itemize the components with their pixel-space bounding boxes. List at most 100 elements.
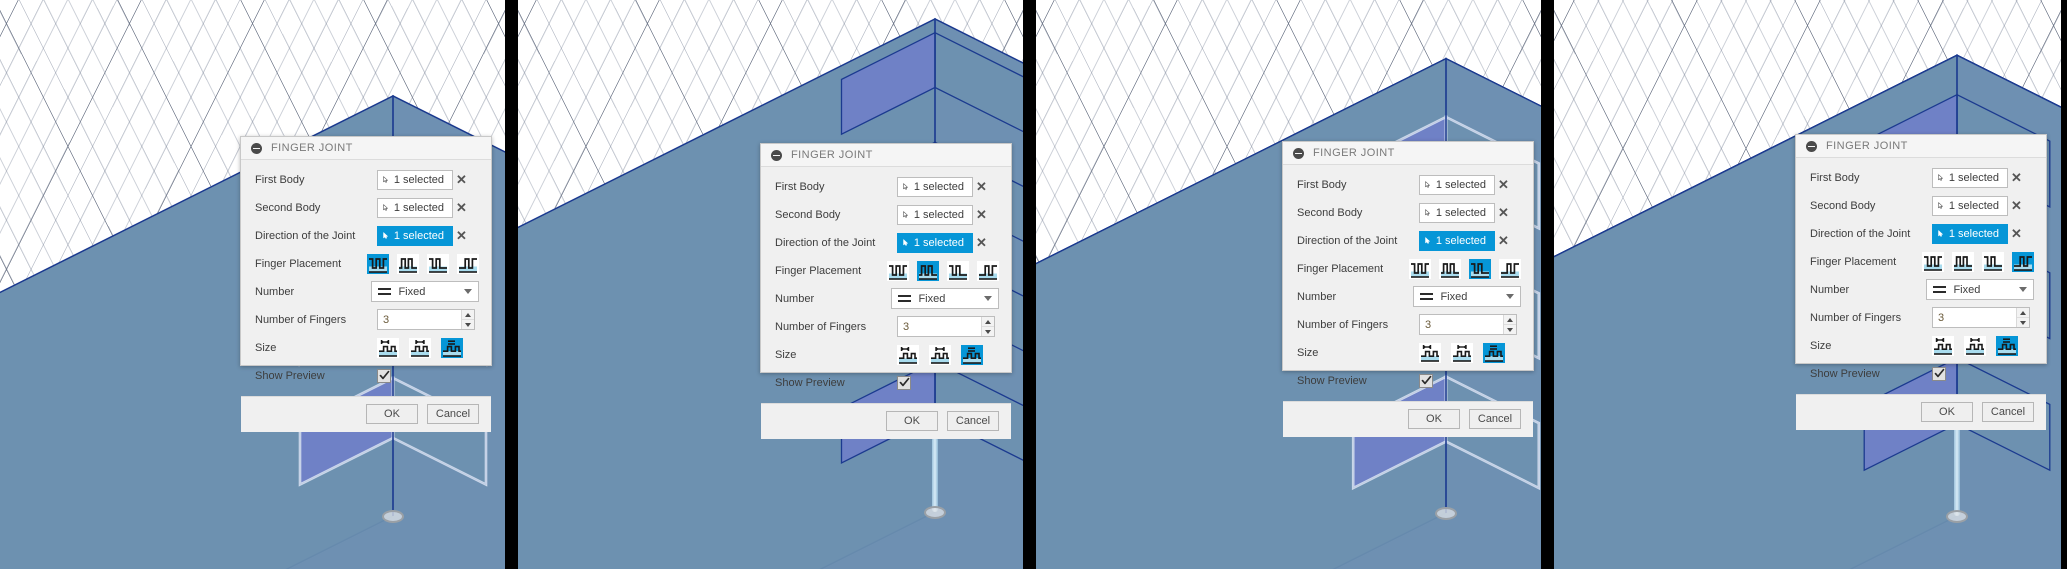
direction-of-joint-clear-button[interactable]: ✕	[1495, 234, 1512, 247]
stepper-down-button[interactable]	[2017, 318, 2029, 327]
finger-placement-option-2[interactable]	[397, 253, 419, 274]
direction-of-joint-selection-field[interactable]: 1 selected	[377, 225, 453, 246]
number-mode-select[interactable]: Fixed	[891, 288, 999, 309]
number-mode-select[interactable]: Fixed	[371, 281, 479, 302]
second-body-selection-field[interactable]: 1 selected	[1419, 202, 1495, 223]
finger-placement-option-1[interactable]	[367, 253, 389, 274]
finger-placement-option-3[interactable]	[1469, 258, 1491, 279]
stepper-arrows[interactable]	[461, 310, 474, 329]
show-preview-checkbox[interactable]	[1932, 366, 1946, 381]
number-mode-select[interactable]: Fixed	[1413, 286, 1521, 307]
finger-placement-option-2[interactable]	[1439, 258, 1461, 279]
ok-button[interactable]: OK	[1408, 409, 1460, 429]
stepper-down-button[interactable]	[462, 320, 474, 329]
origin-marker	[382, 510, 404, 523]
first-body-clear-button[interactable]: ✕	[453, 173, 470, 186]
size-option-2[interactable]	[1451, 342, 1473, 363]
dialog-title-bar[interactable]: FINGER JOINT	[761, 144, 1011, 167]
show-preview-checkbox[interactable]	[897, 375, 911, 390]
finger-placement-option-3[interactable]	[427, 253, 449, 274]
row-number: Number Fixed	[255, 280, 479, 303]
second-body-clear-button[interactable]: ✕	[973, 208, 990, 221]
dialog-title-bar[interactable]: FINGER JOINT	[241, 137, 491, 160]
number-of-fingers-stepper[interactable]	[1419, 314, 1517, 335]
direction-of-joint-selection-field[interactable]: 1 selected	[897, 232, 973, 253]
direction-of-joint-clear-button[interactable]: ✕	[453, 229, 470, 242]
size-option-3[interactable]	[1483, 342, 1505, 363]
first-body-clear-button[interactable]: ✕	[1495, 178, 1512, 191]
finger-placement-option-4[interactable]	[457, 253, 479, 274]
number-of-fingers-stepper[interactable]	[897, 316, 995, 337]
cancel-button[interactable]: Cancel	[427, 404, 479, 424]
finger-placement-option-3[interactable]	[1982, 251, 2004, 272]
stepper-arrows[interactable]	[1503, 315, 1516, 334]
finger-placement-option-1[interactable]	[1922, 251, 1944, 272]
second-body-clear-button[interactable]: ✕	[453, 201, 470, 214]
first-body-selection-field[interactable]: 1 selected	[897, 176, 973, 197]
first-body-selection-field[interactable]: 1 selected	[1419, 174, 1495, 195]
size-option-2[interactable]	[1964, 335, 1986, 356]
number-of-fingers-input[interactable]	[378, 310, 462, 329]
first-body-selection-field[interactable]: 1 selected	[377, 169, 453, 190]
number-of-fingers-input[interactable]	[1933, 308, 2017, 327]
ok-button[interactable]: OK	[1921, 402, 1973, 422]
number-of-fingers-input[interactable]	[898, 317, 982, 336]
size-option-2[interactable]	[409, 337, 431, 358]
stepper-up-button[interactable]	[982, 317, 994, 327]
second-body-clear-button[interactable]: ✕	[2008, 199, 2025, 212]
second-body-selection-field[interactable]: 1 selected	[897, 204, 973, 225]
finger-placement-option-2[interactable]	[917, 260, 939, 281]
finger-placement-option-2[interactable]	[1952, 251, 1974, 272]
first-body-selection-field[interactable]: 1 selected	[1932, 167, 2008, 188]
number-of-fingers-stepper[interactable]	[377, 309, 475, 330]
stepper-up-button[interactable]	[462, 310, 474, 320]
dialog-title-bar[interactable]: FINGER JOINT	[1283, 142, 1533, 165]
size-option-1[interactable]	[1932, 335, 1954, 356]
row-finger-placement: Finger Placement	[1297, 257, 1521, 280]
direction-of-joint-clear-button[interactable]: ✕	[2008, 227, 2025, 240]
number-of-fingers-input[interactable]	[1420, 315, 1504, 334]
size-option-3[interactable]	[1996, 335, 2018, 356]
finger-placement-option-3[interactable]	[947, 260, 969, 281]
ok-button[interactable]: OK	[886, 411, 938, 431]
finger-placement-option-4[interactable]	[1499, 258, 1521, 279]
size-option-1[interactable]	[1419, 342, 1441, 363]
collapse-circle-minus-icon[interactable]	[251, 142, 262, 154]
stepper-up-button[interactable]	[1504, 315, 1516, 325]
finger-placement-option-1[interactable]	[887, 260, 909, 281]
stepper-down-button[interactable]	[982, 327, 994, 336]
stepper-arrows[interactable]	[2016, 308, 2029, 327]
size-option-3[interactable]	[961, 344, 983, 365]
finger-placement-option-1[interactable]	[1409, 258, 1431, 279]
first-body-clear-button[interactable]: ✕	[973, 180, 990, 193]
size-option-1[interactable]	[377, 337, 399, 358]
cancel-button[interactable]: Cancel	[1982, 402, 2034, 422]
cancel-button[interactable]: Cancel	[1469, 409, 1521, 429]
second-body-clear-button[interactable]: ✕	[1495, 206, 1512, 219]
size-option-3[interactable]	[441, 337, 463, 358]
number-mode-select[interactable]: Fixed	[1926, 279, 2034, 300]
size-option-1[interactable]	[897, 344, 919, 365]
ok-button[interactable]: OK	[366, 404, 418, 424]
row-direction-of-joint: Direction of the Joint 1 selected ✕	[255, 224, 479, 247]
stepper-arrows[interactable]	[981, 317, 994, 336]
direction-of-joint-selection-field[interactable]: 1 selected	[1932, 223, 2008, 244]
finger-placement-option-4[interactable]	[2012, 251, 2034, 272]
collapse-circle-minus-icon[interactable]	[1806, 140, 1817, 152]
finger-placement-option-4[interactable]	[977, 260, 999, 281]
number-of-fingers-stepper[interactable]	[1932, 307, 2030, 328]
direction-of-joint-selection-field[interactable]: 1 selected	[1419, 230, 1495, 251]
size-option-2[interactable]	[929, 344, 951, 365]
collapse-circle-minus-icon[interactable]	[1293, 147, 1304, 159]
first-body-clear-button[interactable]: ✕	[2008, 171, 2025, 184]
direction-of-joint-clear-button[interactable]: ✕	[973, 236, 990, 249]
stepper-down-button[interactable]	[1504, 325, 1516, 334]
show-preview-checkbox[interactable]	[1419, 373, 1433, 388]
second-body-selection-field[interactable]: 1 selected	[1932, 195, 2008, 216]
cancel-button[interactable]: Cancel	[947, 411, 999, 431]
second-body-selection-field[interactable]: 1 selected	[377, 197, 453, 218]
stepper-up-button[interactable]	[2017, 308, 2029, 318]
dialog-title-bar[interactable]: FINGER JOINT	[1796, 135, 2046, 158]
show-preview-checkbox[interactable]	[377, 368, 391, 383]
collapse-circle-minus-icon[interactable]	[771, 149, 782, 161]
